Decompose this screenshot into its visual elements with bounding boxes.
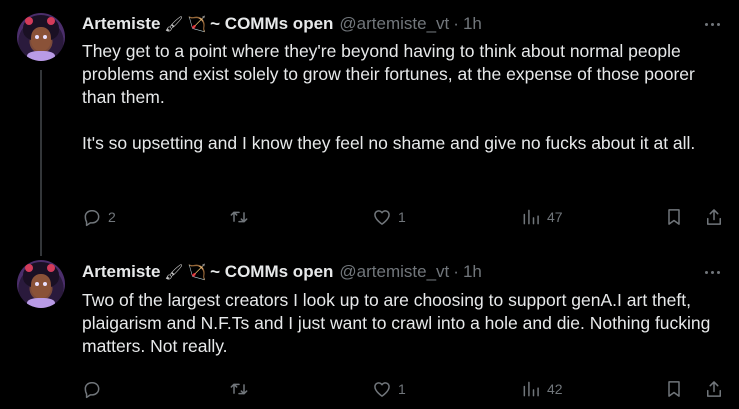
avatar[interactable] (17, 13, 65, 61)
tweet-text: They get to a point where they're beyond… (82, 40, 722, 155)
tweet[interactable]: Artemiste 🖌 🏹 ~ COMMs open @artemiste_vt… (0, 250, 739, 409)
more-icon[interactable] (700, 14, 724, 34)
views-button[interactable]: 42 (521, 379, 563, 399)
views-icon (523, 381, 539, 397)
retweet-icon (230, 211, 248, 223)
author-name[interactable]: Artemiste (82, 262, 160, 282)
author-name[interactable]: Artemiste (82, 14, 160, 34)
views-button[interactable]: 47 (521, 207, 563, 227)
reply-count: 2 (108, 209, 116, 225)
tweet-paragraph: Two of the largest creators I look up to… (82, 290, 711, 356)
share-button[interactable] (704, 207, 724, 227)
author-name-suffix[interactable]: ~ COMMs open (210, 262, 333, 282)
timestamp[interactable]: 1h (463, 14, 482, 34)
bow-emoji: 🏹 (187, 264, 207, 281)
views-count: 42 (547, 381, 563, 397)
tweet[interactable]: Artemiste 🖌 🏹 ~ COMMs open @artemiste_vt… (0, 0, 739, 256)
like-icon (374, 210, 390, 225)
author-handle[interactable]: @artemiste_vt (339, 262, 449, 282)
bow-emoji: 🏹 (187, 16, 207, 33)
bookmark-button[interactable] (664, 379, 684, 399)
thread-line (40, 70, 42, 256)
bookmark-icon (668, 209, 680, 225)
tweet-header: Artemiste 🖌 🏹 ~ COMMs open @artemiste_vt… (82, 13, 482, 35)
paintbrush-emoji: 🖌 (164, 16, 184, 33)
tweet-paragraph: It's so upsetting and I know they feel n… (82, 133, 696, 153)
more-icon[interactable] (700, 262, 724, 282)
reply-icon (84, 382, 100, 399)
views-count: 47 (547, 209, 563, 225)
timestamp[interactable]: 1h (463, 262, 482, 282)
bookmark-icon (668, 381, 680, 397)
reply-icon (84, 210, 100, 227)
like-count: 1 (398, 381, 406, 397)
paintbrush-emoji: 🖌 (164, 264, 184, 281)
tweet-header: Artemiste 🖌 🏹 ~ COMMs open @artemiste_vt… (82, 261, 482, 283)
share-icon (707, 381, 721, 397)
retweet-icon (230, 383, 248, 395)
bookmark-button[interactable] (664, 207, 684, 227)
share-icon (707, 209, 721, 225)
separator-dot: · (453, 262, 459, 281)
tweet-paragraph: They get to a point where they're beyond… (82, 41, 695, 107)
separator-dot: · (453, 14, 459, 33)
like-count: 1 (398, 209, 406, 225)
retweet-button[interactable] (229, 207, 255, 227)
reply-button[interactable]: 2 (82, 207, 116, 227)
views-icon (523, 209, 539, 225)
like-button[interactable]: 1 (372, 207, 406, 227)
author-name-suffix[interactable]: ~ COMMs open (210, 14, 333, 34)
tweet-text: Two of the largest creators I look up to… (82, 289, 722, 358)
reply-button[interactable] (82, 379, 108, 399)
author-handle[interactable]: @artemiste_vt (339, 14, 449, 34)
retweet-button[interactable] (229, 379, 255, 399)
avatar[interactable] (17, 260, 65, 308)
like-icon (374, 382, 390, 397)
like-button[interactable]: 1 (372, 379, 406, 399)
share-button[interactable] (704, 379, 724, 399)
